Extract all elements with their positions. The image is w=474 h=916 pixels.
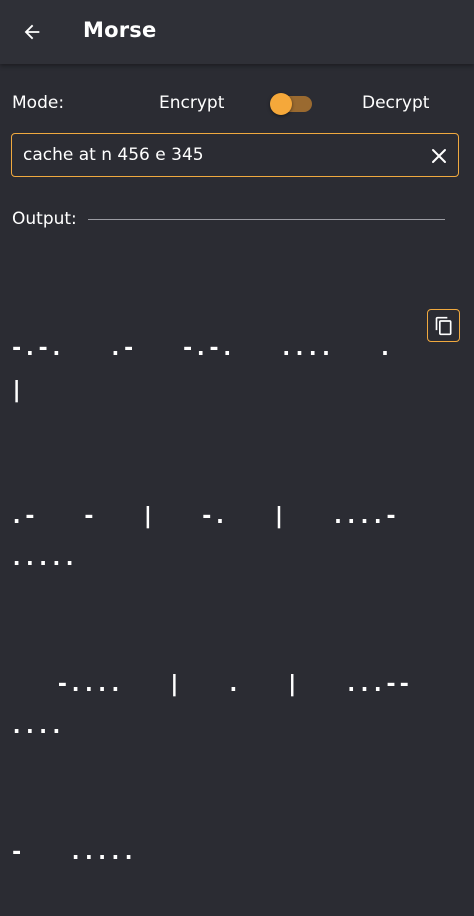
morse-line: -.-. .- -.-. .... . | bbox=[10, 336, 438, 403]
page-title: Morse bbox=[83, 18, 157, 42]
app-bar: Morse bbox=[0, 0, 474, 64]
text-input-field[interactable] bbox=[11, 133, 459, 177]
copy-icon bbox=[435, 316, 451, 335]
mode-toggle-switch[interactable] bbox=[268, 92, 314, 116]
clear-button[interactable] bbox=[426, 143, 452, 169]
output-divider bbox=[88, 219, 445, 220]
output-label: Output: bbox=[12, 209, 77, 229]
morse-line: .- - | -. | ....- ..... bbox=[10, 504, 444, 571]
close-icon bbox=[432, 149, 446, 163]
morse-line: - ..... bbox=[10, 840, 136, 865]
copy-button[interactable] bbox=[427, 309, 460, 342]
encrypt-label: Encrypt bbox=[159, 93, 225, 113]
text-input[interactable] bbox=[23, 145, 423, 165]
mode-label: Mode: bbox=[12, 93, 65, 113]
morse-output: -.-. .- -.-. .... . | .- - | -. | ....- … bbox=[10, 244, 414, 916]
switch-thumb bbox=[270, 93, 292, 115]
back-button[interactable] bbox=[10, 10, 54, 54]
decrypt-label: Decrypt bbox=[362, 93, 430, 113]
morse-line: -.... | . | ...-- .... bbox=[10, 672, 457, 739]
arrow-left-icon bbox=[24, 24, 40, 40]
mode-row: Mode: Encrypt Decrypt bbox=[0, 86, 474, 122]
